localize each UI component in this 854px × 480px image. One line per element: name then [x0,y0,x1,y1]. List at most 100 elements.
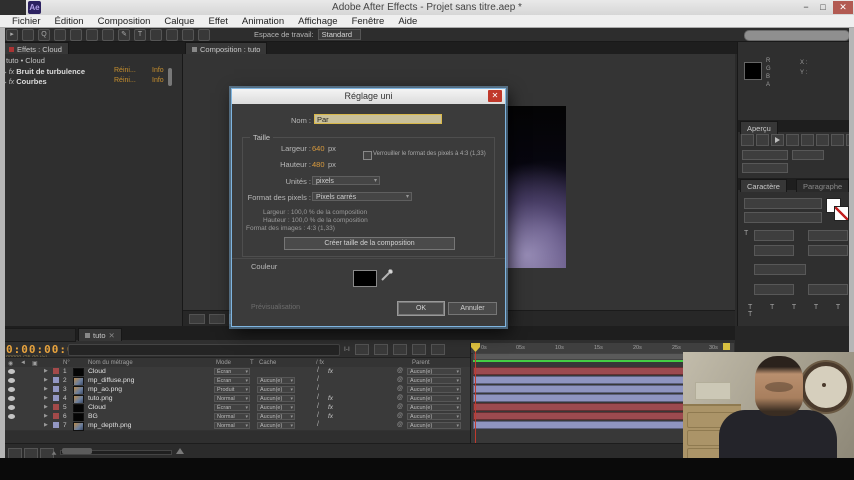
parent-pickwhip-icon[interactable]: @ [397,395,403,401]
eye-icon[interactable] [8,369,15,374]
parent-dropdown[interactable]: Aucun(e) [407,377,461,385]
fx-switch-icon[interactable]: fx [328,404,333,411]
parent-pickwhip-icon[interactable]: @ [397,377,403,383]
rotate-tool-icon[interactable] [54,28,66,41]
parent-pickwhip-icon[interactable]: @ [397,368,403,374]
previous-frame-button[interactable] [756,134,769,146]
font-size-dropdown[interactable] [754,230,794,241]
loop-button[interactable] [831,134,844,146]
mode-dropdown[interactable]: Écran [214,368,250,376]
horizontal-scale-dropdown[interactable] [808,284,848,295]
parent-dropdown[interactable]: Aucun(e) [407,368,461,376]
eraser-tool-icon[interactable] [182,28,194,41]
eyedropper-icon[interactable] [380,268,394,282]
render-queue-tab[interactable] [4,328,76,342]
eye-icon[interactable] [8,378,15,383]
effect-name[interactable]: Bruit de turbulence [16,67,85,76]
work-area-end-marker[interactable] [723,343,730,350]
zoom-out-mountain-icon[interactable] [51,451,57,455]
menu-animation[interactable]: Animation [242,16,284,27]
parent-dropdown[interactable]: Aucun(e) [407,413,461,421]
framerate-dropdown[interactable] [742,150,788,160]
effect-info-link[interactable]: Info [152,67,164,74]
tab-character[interactable]: Caractère [740,179,787,192]
layer-name[interactable]: mp_ao.png [88,386,122,393]
twirl-arrow-icon[interactable]: ▶ [44,404,48,410]
trackmatte-dropdown[interactable]: Aucun(e) [257,395,295,403]
table-row[interactable]: ▶ 7 mp_depth.png Normal Aucun(e) / @ Auc… [0,421,470,431]
trackmatte-dropdown[interactable]: Aucun(e) [257,422,295,430]
menu-composition[interactable]: Composition [98,16,151,27]
menu-effet[interactable]: Effet [209,16,228,27]
brainstorm-icon[interactable] [411,344,426,355]
menu-affichage[interactable]: Affichage [298,16,337,27]
camera-tool-icon[interactable] [70,28,82,41]
units-dropdown[interactable]: pixels [312,176,380,186]
twirl-arrow-icon[interactable]: ▶ [44,422,48,428]
scrollbar[interactable] [168,68,172,86]
parent-pickwhip-icon[interactable]: @ [397,386,403,392]
text-tool-icon[interactable]: T [134,28,146,41]
graph-editor-icon[interactable] [392,344,407,355]
menu-edition[interactable]: Édition [55,16,84,27]
effect-row[interactable]: ▶ fx Bruit de turbulence Réini... Info [2,67,180,77]
trackmatte-dropdown[interactable]: Aucun(e) [257,413,295,421]
magnification-dropdown[interactable] [189,313,205,324]
source-name-header[interactable]: Nom du métrage [88,360,133,366]
menu-aide[interactable]: Aide [398,16,417,27]
twirl-arrow-icon[interactable]: ▶ [44,386,48,392]
minimize-button[interactable]: − [798,1,814,14]
label-color-chip[interactable] [53,377,59,383]
parent-dropdown[interactable]: Aucun(e) [407,386,461,394]
trackmatte-header[interactable]: Cache [259,360,276,366]
lock-aspect-checkbox[interactable] [363,151,372,160]
layer-name[interactable]: Cloud [88,368,106,375]
mode-dropdown[interactable]: Écran [214,377,250,385]
menu-calque[interactable]: Calque [164,16,194,27]
leading-dropdown[interactable] [808,230,848,241]
switch-slash-icon[interactable]: / [317,412,319,419]
faux-styles-buttons[interactable]: T T T T T T [748,304,854,318]
close-button[interactable]: ✕ [833,1,853,14]
layer-name[interactable]: mp_diffuse.png [88,377,134,384]
mode-dropdown[interactable]: Normal [214,413,250,421]
layer-name[interactable]: mp_depth.png [88,422,131,429]
make-comp-size-button[interactable]: Créer taille de la composition [284,237,455,250]
tab-close-icon[interactable]: ✕ [109,330,115,341]
zoom-tool-icon[interactable]: Q [38,28,50,41]
stroke-color-swatch[interactable] [834,206,849,221]
parent-pickwhip-icon[interactable]: @ [397,404,403,410]
tracking-dropdown[interactable] [808,245,848,256]
label-color-chip[interactable] [53,422,59,428]
stroke-width-dropdown[interactable] [754,264,806,275]
ok-button[interactable]: OK [398,302,444,315]
audio-toggle-button[interactable] [816,134,829,146]
label-color-chip[interactable] [53,395,59,401]
effect-breadcrumb[interactable]: tuto • Cloud [6,56,45,65]
parent-dropdown[interactable]: Aucun(e) [407,395,461,403]
comp-flowchart-icon[interactable] [430,344,445,355]
mode-dropdown[interactable]: Normal [214,395,250,403]
layer-name[interactable]: Cloud [88,404,106,411]
trackmatte-dropdown[interactable]: Aucun(e) [257,386,295,394]
fx-switch-icon[interactable]: fx [328,413,333,420]
timeline-zoom-thumb[interactable] [62,448,92,454]
label-color-chip[interactable] [53,413,59,419]
effect-reset-link[interactable]: Réini... [114,67,136,74]
brush-tool-icon[interactable] [150,28,162,41]
skip-dropdown[interactable] [792,150,824,160]
hand-tool-icon[interactable] [22,28,34,41]
eye-icon[interactable] [8,414,15,419]
solid-color-swatch[interactable] [353,270,377,287]
switch-slash-icon[interactable]: / [317,376,319,383]
kerning-dropdown[interactable] [754,245,794,256]
first-frame-button[interactable] [741,134,754,146]
eye-icon[interactable] [8,396,15,401]
mode-dropdown[interactable]: Normal [214,422,250,430]
twirl-arrow-icon[interactable]: ▶ [44,413,48,419]
next-frame-button[interactable] [786,134,799,146]
switch-slash-icon[interactable]: / [317,385,319,392]
parent-header[interactable]: Parent [412,360,430,366]
clone-tool-icon[interactable] [166,28,178,41]
width-value[interactable]: 640 [312,144,325,153]
